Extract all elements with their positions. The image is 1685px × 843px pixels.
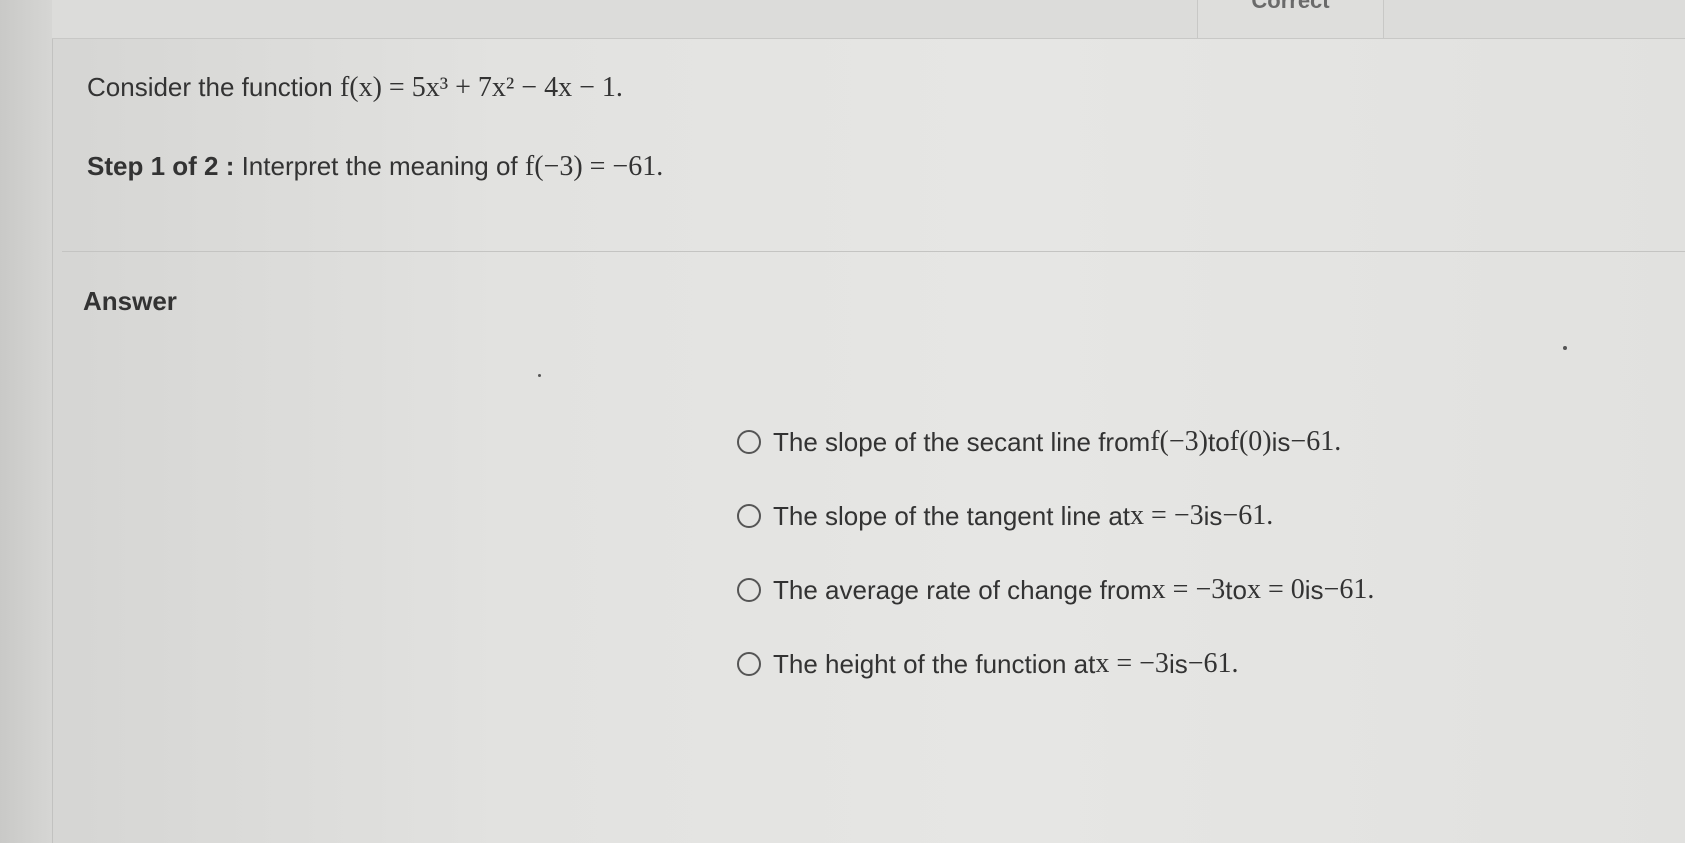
top-bar: Correct bbox=[52, 0, 1685, 39]
option-text: to bbox=[1207, 426, 1230, 457]
radio-button[interactable] bbox=[737, 504, 761, 528]
question-intro: Consider the function bbox=[87, 72, 340, 102]
option-text: to bbox=[1225, 574, 1247, 605]
section-divider bbox=[62, 251, 1685, 252]
option-text: is bbox=[1304, 574, 1324, 605]
option-text: is bbox=[1203, 500, 1223, 531]
option-math: −61. bbox=[1187, 648, 1239, 679]
option-text: The slope of the tangent line at bbox=[773, 500, 1131, 531]
step-expression: f(−3) = −61. bbox=[524, 151, 664, 182]
option-tangent-slope[interactable]: The slope of the tangent line at x = −3 … bbox=[737, 498, 1374, 534]
radio-button[interactable] bbox=[737, 652, 761, 676]
question-text: Consider the function f(x) = 5x³ + 7x² −… bbox=[87, 72, 623, 104]
option-math: f(0) bbox=[1229, 426, 1272, 457]
option-average-rate[interactable]: The average rate of change from x = −3 t… bbox=[737, 572, 1374, 608]
screen-speck bbox=[1563, 346, 1567, 350]
radio-button[interactable] bbox=[737, 578, 761, 602]
correct-tab[interactable]: Correct bbox=[1197, 0, 1384, 38]
option-text: The average rate of change from bbox=[773, 574, 1152, 605]
option-math: x = −3 bbox=[1130, 500, 1204, 531]
answer-heading: Answer bbox=[83, 286, 177, 316]
answer-options: The slope of the secant line from f(−3) … bbox=[737, 424, 1374, 720]
step-prompt: Step 1 of 2 : Interpret the meaning of f… bbox=[87, 151, 663, 183]
radio-button[interactable] bbox=[737, 430, 761, 454]
correct-tab-label: Correct bbox=[1251, 0, 1330, 13]
option-function-height[interactable]: The height of the function at x = −3 is … bbox=[737, 646, 1374, 682]
option-math: f(−3) bbox=[1150, 426, 1208, 457]
screen-speck bbox=[538, 374, 541, 377]
option-text: is bbox=[1271, 426, 1291, 457]
option-math: −61. bbox=[1290, 426, 1342, 457]
option-math: x = −3 bbox=[1151, 574, 1226, 605]
step-label: Step 1 of 2 : bbox=[87, 151, 235, 181]
option-math: x = −3 bbox=[1095, 648, 1169, 679]
option-math: x = 0 bbox=[1246, 574, 1305, 605]
option-text: The slope of the secant line from bbox=[773, 426, 1151, 457]
function-expression: f(x) = 5x³ + 7x² − 4x − 1. bbox=[339, 72, 623, 103]
option-math: −61. bbox=[1323, 574, 1375, 605]
option-text: The height of the function at bbox=[773, 648, 1096, 679]
left-margin bbox=[0, 0, 53, 843]
option-secant-slope[interactable]: The slope of the secant line from f(−3) … bbox=[737, 424, 1374, 460]
page: Correct Consider the function f(x) = 5x³… bbox=[0, 0, 1685, 843]
step-prompt-text: Interpret the meaning of bbox=[234, 151, 525, 181]
option-math: −61. bbox=[1222, 500, 1274, 531]
option-text: is bbox=[1168, 648, 1188, 679]
